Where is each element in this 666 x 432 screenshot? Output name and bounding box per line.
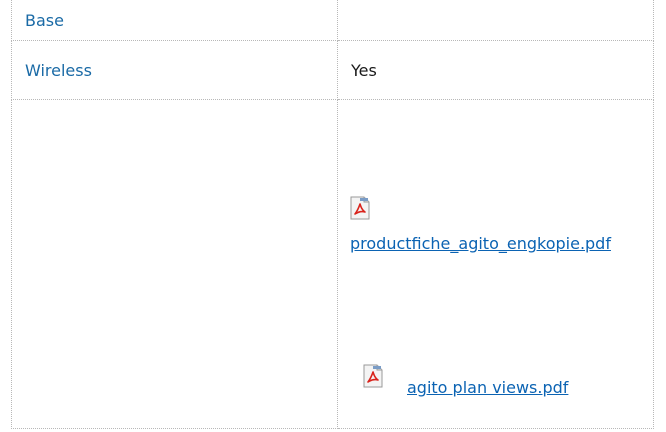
document-item: agito plan views.pdf [363, 364, 663, 400]
row-label-base: Base [25, 10, 64, 30]
row-label-cell: Base [11, 0, 338, 41]
document-item: productfiche_agito_engkopie.pdf [350, 196, 650, 256]
spec-table: Base Wireless Yes productfiche_agito_eng… [11, 0, 654, 429]
pdf-download-link[interactable]: agito plan views.pdf [407, 364, 663, 400]
row-value-cell: Yes [337, 40, 654, 100]
table-row-wireless: Wireless Yes [11, 40, 654, 100]
table-row-base: Base [11, 0, 654, 41]
pdf-file-icon [350, 196, 370, 220]
documents-cell: productfiche_agito_engkopie.pdf agito pl… [337, 99, 654, 429]
row-value-wireless: Yes [351, 60, 377, 80]
row-label-wireless: Wireless [25, 60, 92, 80]
pdf-download-link[interactable]: productfiche_agito_engkopie.pdf [350, 232, 640, 256]
row-value-cell [337, 0, 654, 41]
row-label-cell: Wireless [11, 40, 338, 100]
row-label-cell-empty [11, 99, 338, 429]
pdf-file-icon [363, 364, 383, 388]
table-row-documents: productfiche_agito_engkopie.pdf agito pl… [11, 99, 654, 429]
